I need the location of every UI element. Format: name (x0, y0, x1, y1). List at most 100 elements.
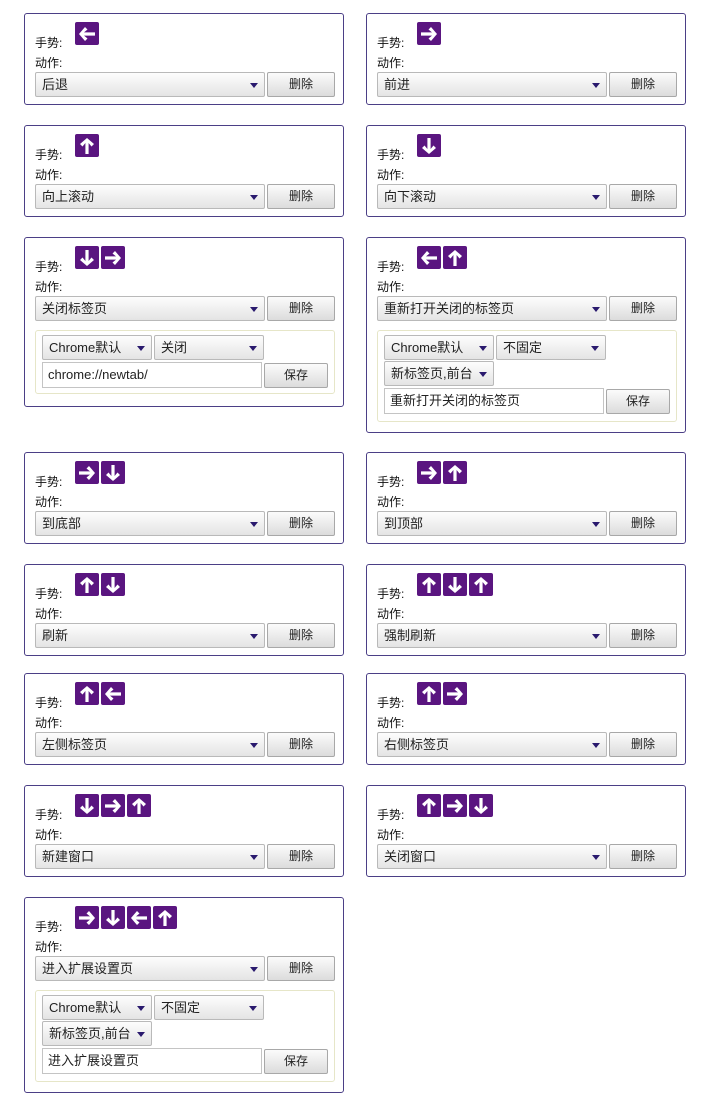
action-select[interactable]: 到顶部 (377, 511, 607, 536)
gesture-card: 手势: 动作: 右侧标签页 删除 (366, 673, 686, 765)
save-button[interactable]: 保存 (606, 389, 670, 414)
chevron-down-icon (592, 855, 600, 860)
delete-button[interactable]: 删除 (609, 72, 677, 97)
action-options-panel: Chrome默认 关闭 chrome://newtab/保存 (35, 330, 335, 394)
gesture-label: 手势: (35, 696, 63, 710)
save-button[interactable]: 保存 (264, 363, 328, 388)
action-label: 动作: (35, 940, 63, 954)
action-label: 动作: (377, 828, 405, 842)
gesture-card: 手势: 动作: 关闭窗口 删除 (366, 785, 686, 877)
action-select[interactable]: 重新打开关闭的标签页 (377, 296, 607, 321)
gesture-card: 手势: 动作: 新建窗口 删除 (24, 785, 344, 877)
gesture-card: 手势: 动作: 左侧标签页 删除 (24, 673, 344, 765)
chevron-down-icon (592, 195, 600, 200)
delete-button[interactable]: 删除 (609, 844, 677, 869)
delete-button[interactable]: 删除 (267, 184, 335, 209)
action-label: 动作: (35, 56, 63, 70)
action-select-value: 刷新 (42, 628, 69, 643)
save-button[interactable]: 保存 (264, 1049, 328, 1074)
url-input[interactable]: 进入扩展设置页 (42, 1048, 262, 1074)
url-input[interactable]: 重新打开关闭的标签页 (384, 388, 604, 414)
delete-button[interactable]: 删除 (267, 296, 335, 321)
delete-button[interactable]: 删除 (267, 623, 335, 648)
pin-mode-select[interactable]: 不固定 (496, 335, 606, 360)
pin-mode-select-value: 不固定 (161, 1000, 201, 1015)
browser-select[interactable]: Chrome默认 (384, 335, 494, 360)
delete-button[interactable]: 删除 (267, 511, 335, 536)
gesture-arrows (417, 682, 467, 705)
pin-mode-select[interactable]: 关闭 (154, 335, 264, 360)
gesture-arrows (75, 682, 125, 705)
action-options-panel: Chrome默认 不固定 新标签页,前台 进入扩展设置页 保存 (35, 990, 335, 1082)
arrow-right-icon (417, 22, 441, 45)
action-select[interactable]: 右侧标签页 (377, 732, 607, 757)
arrow-up-icon (417, 794, 441, 817)
action-select[interactable]: 关闭窗口 (377, 844, 607, 869)
gesture-label: 手势: (377, 36, 405, 50)
action-select-value: 右侧标签页 (384, 737, 450, 752)
tab-position-select[interactable]: 新标签页,前台 (384, 361, 494, 386)
delete-button[interactable]: 删除 (609, 511, 677, 536)
action-label: 动作: (35, 716, 63, 730)
action-select[interactable]: 向下滚动 (377, 184, 607, 209)
browser-select-value: Chrome默认 (49, 1000, 122, 1015)
action-select[interactable]: 强制刷新 (377, 623, 607, 648)
action-select-value: 关闭标签页 (42, 301, 108, 316)
chevron-down-icon (249, 1006, 257, 1011)
delete-button[interactable]: 删除 (267, 732, 335, 757)
action-select[interactable]: 后退 (35, 72, 265, 97)
gesture-card: 手势: 动作: 重新打开关闭的标签页 删除 Chrome默认 不固定 新标签页,前台 重新打开… (366, 237, 686, 433)
pin-mode-select[interactable]: 不固定 (154, 995, 264, 1020)
chevron-down-icon (592, 634, 600, 639)
arrow-up-icon (153, 906, 177, 929)
arrow-up-icon (469, 573, 493, 596)
chevron-down-icon (592, 83, 600, 88)
arrow-right-icon (443, 682, 467, 705)
browser-select[interactable]: Chrome默认 (42, 335, 152, 360)
gesture-card: 手势: 动作: 向下滚动 删除 (366, 125, 686, 217)
gesture-card: 手势: 动作: 强制刷新 删除 (366, 564, 686, 656)
action-select[interactable]: 前进 (377, 72, 607, 97)
arrow-up-icon (75, 682, 99, 705)
action-label: 动作: (377, 607, 405, 621)
action-select[interactable]: 向上滚动 (35, 184, 265, 209)
delete-button[interactable]: 删除 (267, 72, 335, 97)
gesture-arrows (75, 246, 125, 269)
gesture-label: 手势: (377, 587, 405, 601)
action-select[interactable]: 关闭标签页 (35, 296, 265, 321)
action-select[interactable]: 新建窗口 (35, 844, 265, 869)
action-select-value: 重新打开关闭的标签页 (384, 301, 515, 316)
gesture-card: 手势: 动作: 前进 删除 (366, 13, 686, 105)
action-select[interactable]: 刷新 (35, 623, 265, 648)
tab-position-select[interactable]: 新标签页,前台 (42, 1021, 152, 1046)
chevron-down-icon (250, 83, 258, 88)
gesture-card: 手势: 动作: 进入扩展设置页 删除 Chrome默认 不固定 新标签页,前台 进入扩展设置页… (24, 897, 344, 1093)
action-select-value: 前进 (384, 77, 411, 92)
delete-button[interactable]: 删除 (609, 732, 677, 757)
delete-button[interactable]: 删除 (609, 184, 677, 209)
arrow-up-icon (75, 134, 99, 157)
gesture-arrows (417, 134, 441, 157)
action-select-value: 后退 (42, 77, 69, 92)
delete-button[interactable]: 删除 (267, 956, 335, 981)
delete-button[interactable]: 删除 (609, 296, 677, 321)
action-label: 动作: (377, 716, 405, 730)
arrow-up-icon (75, 573, 99, 596)
action-select[interactable]: 到底部 (35, 511, 265, 536)
chevron-down-icon (591, 346, 599, 351)
action-select[interactable]: 左侧标签页 (35, 732, 265, 757)
action-select-value: 新建窗口 (42, 849, 95, 864)
delete-button[interactable]: 删除 (609, 623, 677, 648)
arrow-up-icon (443, 461, 467, 484)
chevron-down-icon (250, 522, 258, 527)
url-input[interactable]: chrome://newtab/ (42, 362, 262, 388)
gesture-arrows (75, 794, 151, 817)
browser-select[interactable]: Chrome默认 (42, 995, 152, 1020)
delete-button[interactable]: 删除 (267, 844, 335, 869)
action-select[interactable]: 进入扩展设置页 (35, 956, 265, 981)
arrow-left-icon (75, 22, 99, 45)
chevron-down-icon (137, 1032, 145, 1037)
action-label: 动作: (35, 607, 63, 621)
chevron-down-icon (592, 522, 600, 527)
chevron-down-icon (249, 346, 257, 351)
